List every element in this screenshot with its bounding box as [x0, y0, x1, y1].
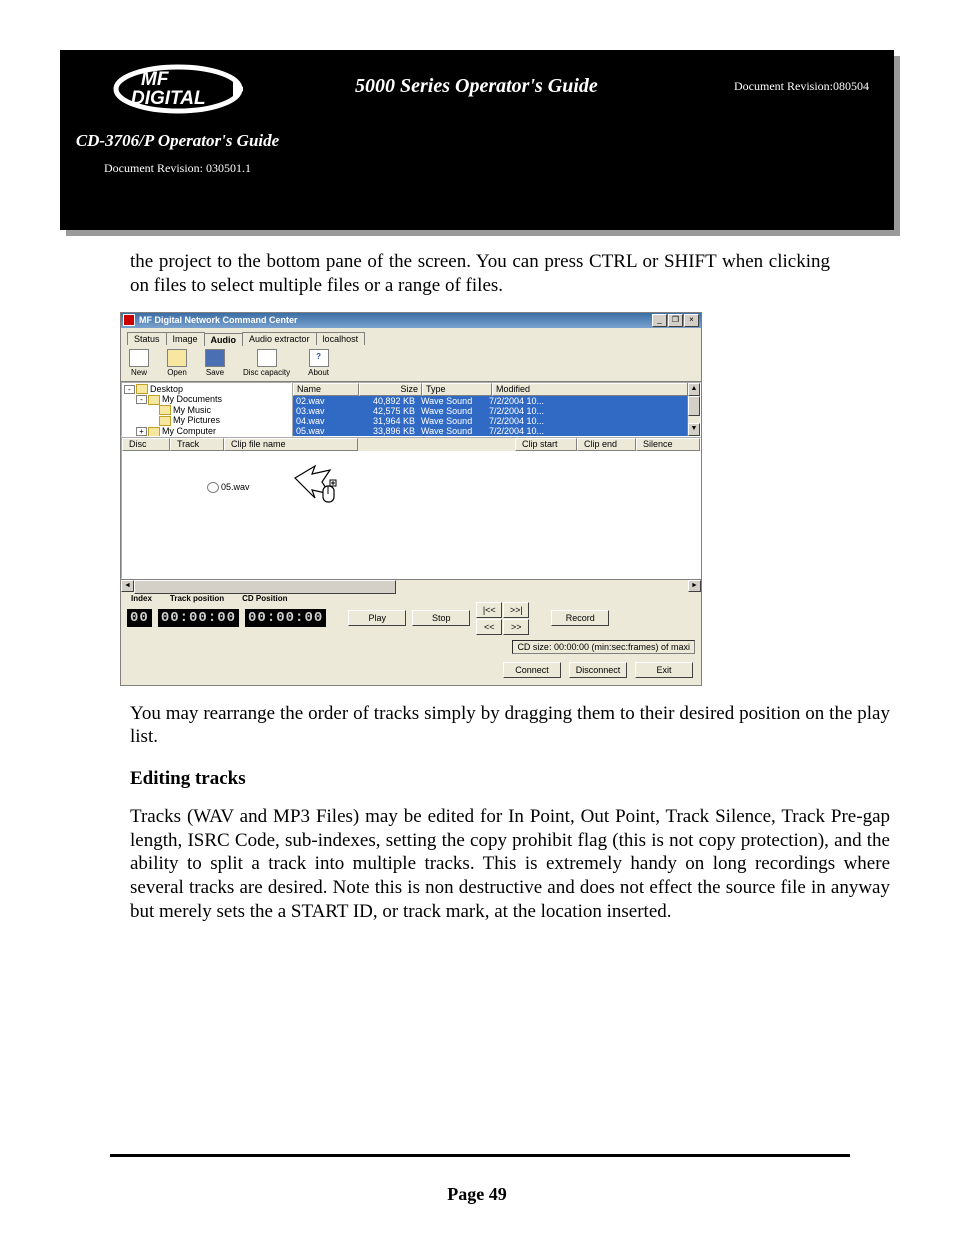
col-track[interactable]: Track	[170, 438, 224, 451]
scroll-up-button[interactable]: ▲	[688, 383, 700, 396]
footer-rule	[110, 1154, 850, 1157]
logo-text-bottom: DIGITAL	[131, 88, 206, 109]
scroll-down-button[interactable]: ▼	[688, 423, 700, 436]
playlist-pane[interactable]: Disc Track Clip file name Clip start Cli…	[121, 437, 701, 579]
file-list-scrollbar[interactable]: ▲ ▼	[687, 383, 700, 436]
document-revision: Document Revision:080504	[734, 75, 869, 94]
col-clipstart[interactable]: Clip start	[515, 438, 577, 451]
mf-digital-logo: MF DIGITAL	[70, 60, 285, 118]
col-clipfile[interactable]: Clip file name	[224, 438, 358, 451]
playlist-header[interactable]: Disc Track Clip file name Clip start Cli…	[122, 438, 700, 451]
next-track-button[interactable]: >>|	[503, 602, 529, 618]
tree-item[interactable]: +My Computer	[124, 426, 289, 437]
drag-ghost: 05.wav	[207, 482, 250, 493]
about-button[interactable]: ?About	[308, 349, 329, 377]
window-title: MF Digital Network Command Center	[135, 315, 651, 325]
hscroll-thumb[interactable]	[134, 580, 396, 594]
label-index: Index	[131, 594, 152, 603]
new-button[interactable]: New	[129, 349, 149, 377]
intro-paragraph: the project to the bottom pane of the sc…	[130, 250, 830, 298]
scroll-left-button[interactable]: ◄	[121, 580, 134, 592]
disc-capacity-icon	[257, 349, 277, 367]
disconnect-button[interactable]: Disconnect	[569, 662, 627, 678]
tab-audio[interactable]: Audio	[204, 333, 244, 346]
status-bar: CD size: 00:00:00 (min:sec:frames) of ma…	[512, 640, 695, 654]
col-modified[interactable]: Modified	[492, 383, 700, 396]
minimize-button[interactable]: _	[652, 314, 667, 327]
col-type[interactable]: Type	[422, 383, 492, 396]
open-icon	[167, 349, 187, 367]
save-icon	[205, 349, 225, 367]
editing-tracks-heading: Editing tracks	[130, 767, 890, 791]
document-header: MF DIGITAL CD-3706/P Operator's Guide Do…	[60, 50, 894, 230]
stop-button[interactable]: Stop	[412, 610, 470, 626]
drag-ghost-label: 05.wav	[221, 482, 250, 492]
exit-button[interactable]: Exit	[635, 662, 693, 678]
tab-bar: StatusImageAudioAudio extractorlocalhost	[127, 332, 695, 345]
file-list[interactable]: Name Size Type Modified 02.wav40,892 KBW…	[292, 382, 701, 437]
tab-audio-extractor[interactable]: Audio extractor	[242, 332, 317, 345]
label-trackpos: Track position	[170, 594, 224, 603]
col-clipend[interactable]: Clip end	[577, 438, 636, 451]
file-row[interactable]: 05.wav33,896 KBWave Sound7/2/2004 10...	[293, 426, 700, 436]
scroll-thumb[interactable]	[688, 396, 700, 416]
display-index: 00	[127, 609, 152, 627]
drag-cursor-icon	[290, 456, 345, 513]
rearrange-paragraph: You may rearrange the order of tracks si…	[130, 702, 890, 750]
tree-item[interactable]: -My Documents	[124, 394, 289, 405]
playback-controls: Index Track position CD Position 00 00:0…	[121, 592, 701, 637]
col-name[interactable]: Name	[293, 383, 359, 396]
file-row[interactable]: 03.wav42,575 KBWave Sound7/2/2004 10...	[293, 406, 700, 416]
tree-item[interactable]: -Desktop	[124, 384, 289, 395]
new-icon	[129, 349, 149, 367]
restore-button[interactable]: ❐	[668, 314, 683, 327]
close-button[interactable]: ×	[684, 314, 699, 327]
label-cdpos: CD Position	[242, 594, 287, 603]
page-number: Page 49	[0, 1184, 954, 1205]
tab-image[interactable]: Image	[166, 332, 205, 345]
display-cdpos: 00:00:00	[245, 609, 326, 627]
rewind-button[interactable]: <<	[476, 619, 502, 635]
scroll-right-button[interactable]: ►	[688, 580, 701, 592]
play-button[interactable]: Play	[348, 610, 406, 626]
toolbar: New Open Save Disc capacity ?About	[127, 345, 695, 379]
col-size[interactable]: Size	[359, 383, 422, 396]
forward-button[interactable]: >>	[503, 619, 529, 635]
folder-tree[interactable]: -Desktop-My DocumentsMy MusicMy Pictures…	[121, 382, 292, 437]
tree-item[interactable]: My Music	[124, 405, 289, 416]
disc-capacity-button[interactable]: Disc capacity	[243, 349, 290, 377]
tab-localhost[interactable]: localhost	[316, 332, 366, 345]
display-trackpos: 00:00:00	[158, 609, 239, 627]
left-subtitle: CD-3706/P Operator's Guide	[70, 130, 285, 151]
app-icon	[123, 314, 135, 326]
app-window: MF Digital Network Command Center _ ❐ × …	[120, 312, 702, 686]
col-disc[interactable]: Disc	[122, 438, 170, 451]
tree-item[interactable]: My Pictures	[124, 415, 289, 426]
left-revision: Document Revision: 030501.1	[70, 161, 285, 176]
save-button[interactable]: Save	[205, 349, 225, 377]
open-button[interactable]: Open	[167, 349, 187, 377]
playlist-hscroll[interactable]: ◄ ►	[121, 579, 701, 592]
document-title: 5000 Series Operator's Guide	[355, 75, 598, 98]
connect-button[interactable]: Connect	[503, 662, 561, 678]
logo-text-top: MF	[141, 69, 170, 90]
about-icon: ?	[309, 349, 329, 367]
prev-track-button[interactable]: |<<	[476, 602, 502, 618]
file-row[interactable]: 04.wav31,964 KBWave Sound7/2/2004 10...	[293, 416, 700, 426]
tab-status[interactable]: Status	[127, 332, 167, 345]
file-list-header[interactable]: Name Size Type Modified	[293, 383, 700, 396]
wav-icon	[207, 482, 219, 493]
titlebar[interactable]: MF Digital Network Command Center _ ❐ ×	[121, 313, 701, 328]
col-silence[interactable]: Silence	[636, 438, 700, 451]
file-row[interactable]: 02.wav40,892 KBWave Sound7/2/2004 10...	[293, 396, 700, 406]
editing-tracks-paragraph: Tracks (WAV and MP3 Files) may be edited…	[130, 805, 890, 924]
record-button[interactable]: Record	[551, 610, 609, 626]
